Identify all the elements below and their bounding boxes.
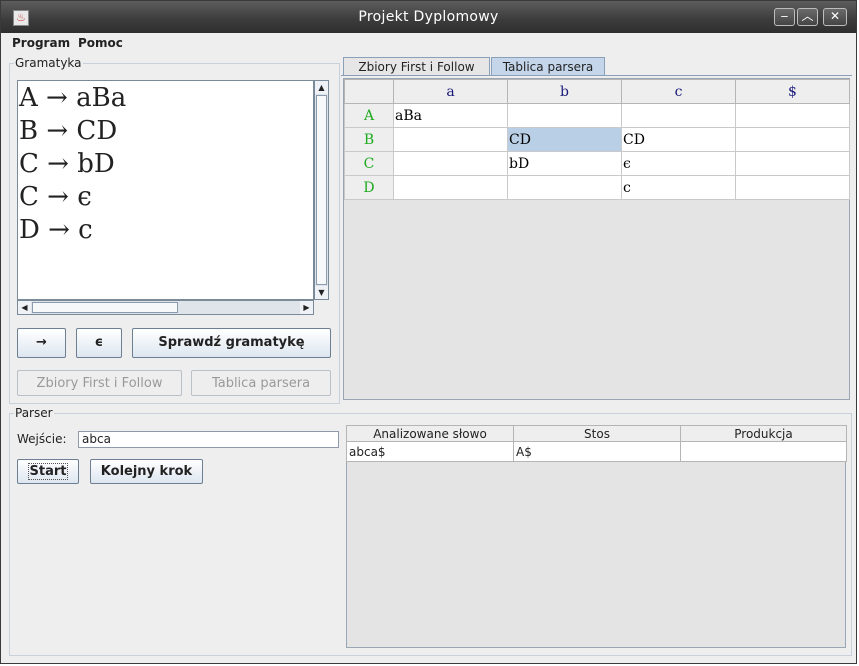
grammar-line: B → CD — [19, 116, 118, 146]
tab-parse-table[interactable]: Tablica parsera — [491, 57, 605, 76]
close-button[interactable]: ✕ — [823, 8, 847, 26]
start-button-label: Start — [27, 463, 69, 480]
table-cell[interactable] — [393, 151, 508, 176]
table-cell[interactable]: abca$ — [346, 441, 514, 462]
input-label: Wejście: — [17, 432, 67, 446]
table-cell[interactable]: bD — [507, 151, 622, 176]
window-title: Projekt Dyplomowy — [358, 9, 499, 25]
parser-group-title: Parser — [14, 406, 54, 420]
table-cell[interactable]: CD — [621, 127, 736, 152]
insert-epsilon-button[interactable]: ϵ — [76, 328, 122, 358]
table-cell[interactable] — [735, 151, 850, 176]
grammar-group-title: Gramatyka — [14, 56, 83, 70]
grammar-horizontal-scrollbar[interactable]: ◀ ▶ — [17, 300, 314, 315]
table-cell[interactable]: aBa — [393, 103, 508, 128]
maximize-button[interactable]: ︿ — [797, 8, 818, 26]
tab-first-follow[interactable]: Zbiory First i Follow — [343, 57, 490, 76]
word-input[interactable]: abca — [78, 431, 339, 448]
minimize-icon: ‒ — [780, 9, 789, 23]
table-cell[interactable] — [621, 103, 736, 128]
table-cell[interactable]: A$ — [513, 441, 681, 462]
tab-divider — [341, 75, 852, 76]
minimize-button[interactable]: ‒ — [774, 8, 795, 26]
row-header: B — [344, 127, 394, 152]
table-row: B CD CD — [344, 127, 850, 152]
grammar-line: A → aBa — [19, 83, 127, 113]
table-row: C bD ϵ — [344, 151, 850, 176]
trace-table: Analizowane słowo Stos Produkcja abca$ A… — [346, 425, 847, 462]
table-cell[interactable] — [735, 175, 850, 200]
table-cell[interactable] — [735, 103, 850, 128]
menu-program[interactable]: Program — [12, 36, 70, 50]
table-cell[interactable]: ϵ — [621, 151, 736, 176]
column-header[interactable]: b — [507, 79, 622, 104]
table-row: D c — [344, 175, 850, 200]
table-cell[interactable] — [735, 127, 850, 152]
scroll-up-icon[interactable]: ▲ — [315, 81, 328, 94]
parse-table-button[interactable]: Tablica parsera — [191, 370, 331, 396]
grammar-vertical-scrollbar[interactable]: ▲ ▼ — [314, 80, 329, 300]
corner-header — [344, 79, 394, 104]
menu-bar: Program Pomoc — [1, 33, 856, 53]
table-cell[interactable] — [680, 441, 847, 462]
column-header[interactable]: c — [621, 79, 736, 104]
grammar-editor[interactable]: A → aBa B → CD C → bD C → ϵ D → c — [17, 80, 314, 300]
grammar-line: C → ϵ — [19, 182, 92, 212]
table-cell[interactable]: c — [621, 175, 736, 200]
table-cell[interactable] — [393, 127, 508, 152]
column-header[interactable]: Stos — [513, 425, 681, 442]
table-row: A aBa — [344, 103, 850, 128]
scroll-down-icon[interactable]: ▼ — [315, 286, 328, 299]
title-bar: ♨ Projekt Dyplomowy ‒ ︿ ✕ — [1, 1, 856, 33]
row-header: D — [344, 175, 394, 200]
row-header: A — [344, 103, 394, 128]
table-cell[interactable] — [507, 103, 622, 128]
column-header[interactable]: a — [393, 79, 508, 104]
table-cell[interactable] — [507, 175, 622, 200]
next-step-button[interactable]: Kolejny krok — [90, 459, 203, 484]
vertical-scroll-thumb[interactable] — [316, 95, 327, 285]
first-follow-button[interactable]: Zbiory First i Follow — [17, 370, 182, 396]
parse-table: a b c $ A aBa B CD CD C bD ϵ D c — [344, 79, 850, 200]
insert-arrow-button[interactable]: → — [17, 328, 66, 358]
grammar-line: C → bD — [19, 149, 115, 179]
check-grammar-button[interactable]: Sprawdź gramatykę — [132, 328, 331, 358]
start-button[interactable]: Start — [17, 459, 79, 484]
grammar-line: D → c — [19, 215, 93, 245]
main-window: ♨ Projekt Dyplomowy ‒ ︿ ✕ Program Pomoc … — [0, 0, 857, 664]
column-header[interactable]: $ — [735, 79, 850, 104]
menu-pomoc[interactable]: Pomoc — [78, 36, 123, 50]
table-cell[interactable] — [393, 175, 508, 200]
scroll-right-icon[interactable]: ▶ — [300, 301, 313, 314]
scroll-left-icon[interactable]: ◀ — [18, 301, 31, 314]
horizontal-scroll-thumb[interactable] — [32, 302, 178, 313]
column-header[interactable]: Produkcja — [680, 425, 847, 442]
close-icon: ✕ — [829, 9, 841, 23]
row-header: C — [344, 151, 394, 176]
table-row: abca$ A$ — [346, 441, 847, 462]
column-header[interactable]: Analizowane słowo — [346, 425, 514, 442]
maximize-icon: ︿ — [801, 9, 814, 23]
table-cell-selected[interactable]: CD — [507, 127, 622, 152]
